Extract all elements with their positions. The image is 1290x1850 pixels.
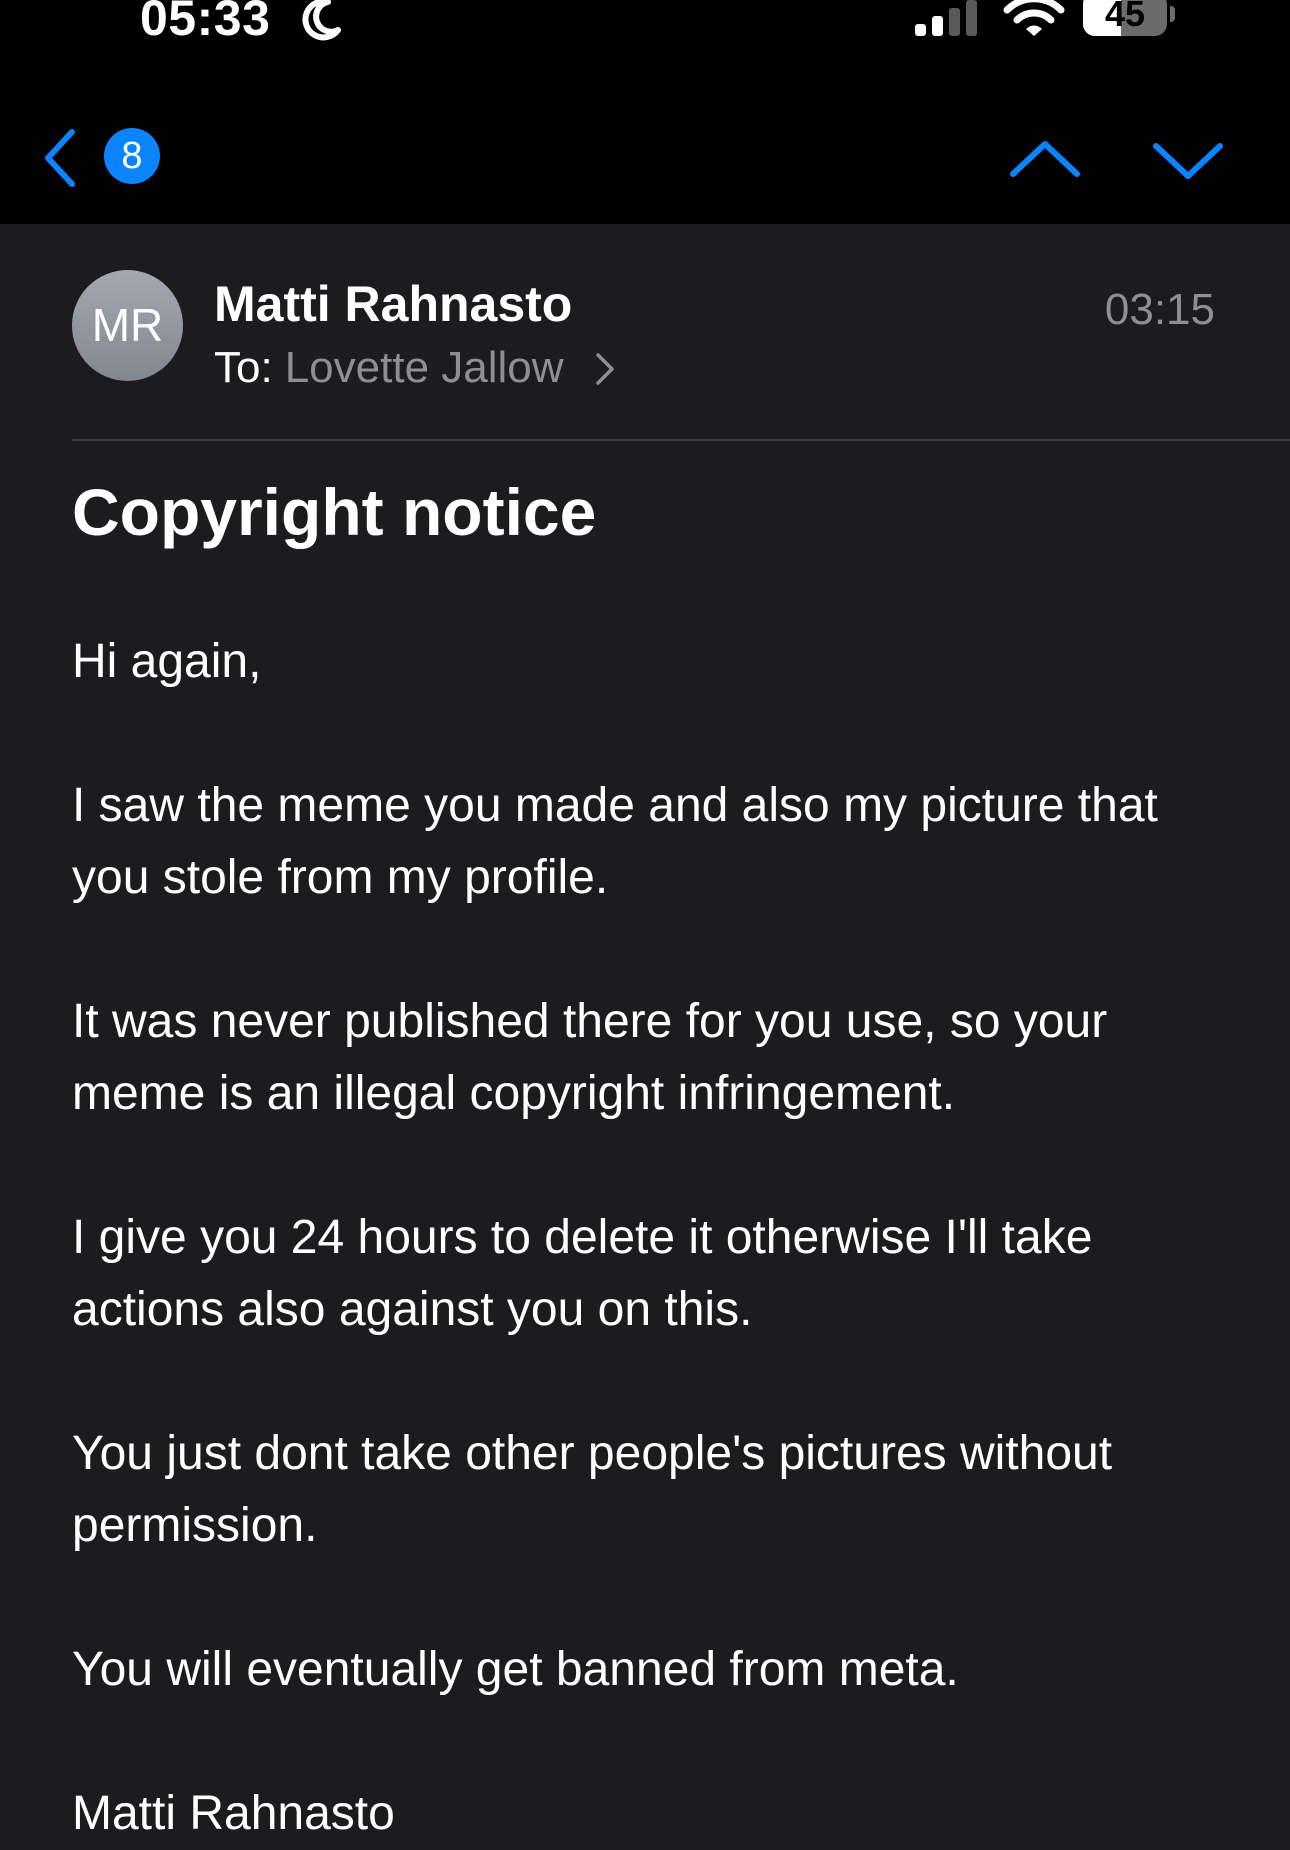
status-time: 05:33: [140, 0, 271, 46]
wifi-icon: [1003, 0, 1065, 36]
back-chevron-icon: [45, 129, 75, 187]
moon-icon: [302, 0, 341, 41]
sender-name[interactable]: Matti Rahnasto: [214, 274, 572, 334]
nav-bar: 8: [0, 60, 1290, 224]
status-bar: 05:33 45: [0, 0, 1290, 60]
previous-message-button[interactable]: [1005, 130, 1085, 190]
chevron-up-icon: [1010, 141, 1080, 177]
body-paragraph: Hi again,: [72, 635, 262, 688]
body-paragraph: You just dont take other people's pictur…: [72, 1427, 1113, 1552]
message-time: 03:15: [1104, 285, 1215, 334]
signature: Matti Rahnasto: [72, 1787, 395, 1840]
unread-count-badge: 8: [104, 128, 160, 184]
message-header: MR Matti Rahnasto To: Lovette Jallow 03:1…: [0, 224, 1290, 441]
header-divider: [72, 439, 1290, 441]
body-paragraph: It was never published there for you use…: [72, 995, 1108, 1120]
recipient-row[interactable]: To: Lovette Jallow: [214, 338, 616, 398]
back-button[interactable]: 8: [30, 118, 180, 198]
message-subject: Copyright notice: [72, 475, 597, 549]
recipient-name[interactable]: Lovette Jallow: [285, 343, 564, 392]
body-paragraph: You will eventually get banned from meta…: [72, 1643, 959, 1696]
body-paragraph: I saw the meme you made and also my pict…: [72, 779, 1158, 904]
body-paragraph: I give you 24 hours to delete it otherwi…: [72, 1211, 1093, 1336]
avatar[interactable]: MR: [72, 270, 183, 381]
chevron-right-icon[interactable]: [594, 352, 616, 386]
battery-percent: 45: [1104, 0, 1146, 34]
to-label: To:: [214, 343, 273, 392]
next-message-button[interactable]: [1148, 130, 1228, 190]
battery-icon: 45: [1083, 0, 1175, 38]
chevron-down-icon: [1153, 143, 1223, 179]
signal-icon: [915, 0, 977, 36]
